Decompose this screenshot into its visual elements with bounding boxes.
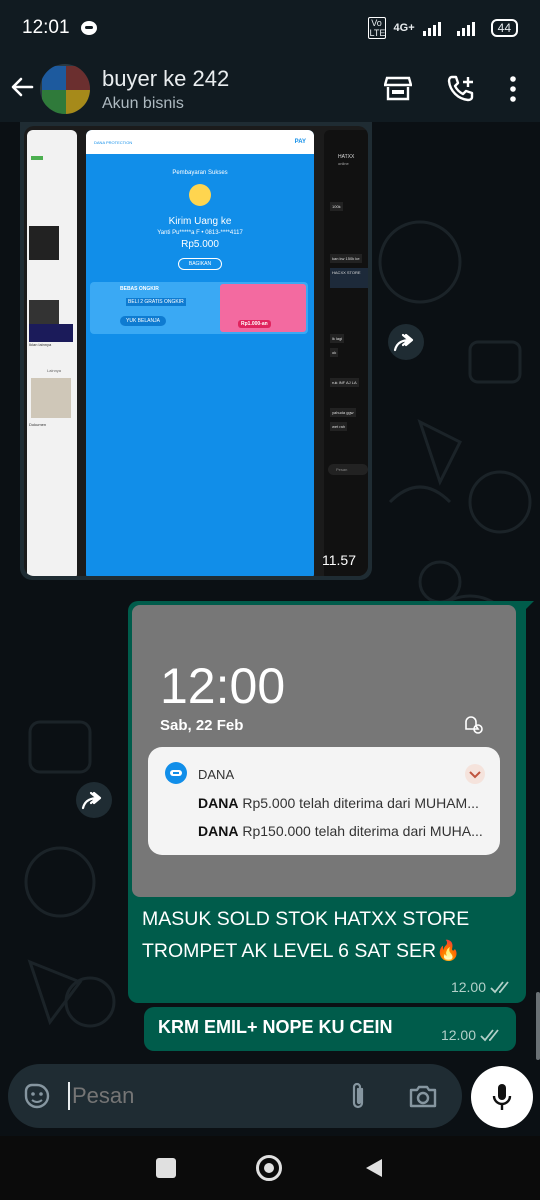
scrollbar[interactable] xyxy=(536,992,540,1060)
promo-mid: BELI 2 GRATIS ONGKIR xyxy=(126,298,186,306)
avatar[interactable] xyxy=(40,64,90,114)
dana-topbar: DANA PROTECTION PAY xyxy=(86,130,314,154)
bell-settings-icon xyxy=(465,716,483,734)
time-text: 12.00 xyxy=(440,1027,476,1043)
notification-card: DANA DANA Rp5.000 telah diterima dari MU… xyxy=(148,747,500,855)
chat-m4: lk lagi xyxy=(330,334,345,343)
screenshot-chat: HATXX online 100k kan kw 150k ke HACXX S… xyxy=(324,130,368,576)
home-button[interactable] xyxy=(256,1155,282,1181)
notification-line-1: DANA Rp5.000 telah diterima dari MUHAM..… xyxy=(198,795,488,811)
notification-message[interactable]: 12:00 Sab, 22 Feb DANA DANA Rp5.000 tela… xyxy=(128,601,534,1003)
time-text: 12.00 xyxy=(450,979,486,995)
contact-subtitle: Akun bisnis xyxy=(102,94,184,112)
voice-message-button[interactable] xyxy=(471,1066,533,1128)
status-bar: 12:01 Vo LTE 4G+ 44 xyxy=(0,0,540,56)
signal-icon-2 xyxy=(456,22,475,36)
text-message-body: KRM EMIL+ NOPE KU CEIN xyxy=(158,1017,393,1037)
chat-m5: ok xyxy=(330,348,339,357)
notification-app-name: DANA xyxy=(198,767,235,782)
status-time: 12:01 xyxy=(22,17,70,38)
message-time: 12.00 xyxy=(451,979,512,995)
signal-icon xyxy=(422,22,441,36)
screenshot-left: Iklan lainnya Dokumen Lainnya xyxy=(27,130,77,576)
recents-button[interactable] xyxy=(156,1158,176,1178)
forward-button[interactable] xyxy=(388,324,424,360)
lock-date: Sab, 22 Feb xyxy=(160,717,244,734)
double-check-icon xyxy=(490,981,509,994)
network-type: 4G+ xyxy=(393,22,415,34)
message-caption: MASUK SOLD STOK HATXX STORE TROMPET AK L… xyxy=(142,908,470,962)
image-message[interactable]: Iklan lainnya Dokumen Lainnya DANA PROTE… xyxy=(20,122,372,580)
payment-heading: Kirim Uang ke xyxy=(168,216,232,227)
promo-top: BEBAS ONGKIR xyxy=(120,286,159,292)
store-icon[interactable] xyxy=(384,76,412,102)
screenshot-dana: DANA PROTECTION PAY Pembayaran Sukses Ki… xyxy=(86,130,314,576)
notification-chat-icon xyxy=(80,21,97,35)
promo-price: Rp1.000-an xyxy=(238,320,271,328)
payment-amount: Rp5.000 xyxy=(181,239,219,250)
add-call-icon[interactable] xyxy=(446,74,476,104)
promo-banner: BEBAS ONGKIR BELI 2 GRATIS ONGKIR YUK BE… xyxy=(90,282,308,334)
left-label-a: Iklan lainnya xyxy=(29,342,52,347)
forward-icon xyxy=(393,333,414,352)
contact-name: buyer ke 242 xyxy=(102,65,230,91)
left-label-c: Lainnya xyxy=(47,368,62,373)
arrow-left-icon xyxy=(11,77,34,96)
left-label-b: Dokumen xyxy=(29,422,47,427)
promo-button: YUK BELANJA xyxy=(120,316,166,326)
chat-online: online xyxy=(338,161,349,166)
chat-m3: HACXX STORE xyxy=(330,268,368,288)
attachment-icon[interactable] xyxy=(348,1081,368,1111)
message-composer xyxy=(8,1064,462,1128)
forward-button-2[interactable] xyxy=(76,782,112,818)
chat-area[interactable]: Iklan lainnya Dokumen Lainnya DANA PROTE… xyxy=(0,122,540,1060)
image-content[interactable]: Iklan lainnya Dokumen Lainnya DANA PROTE… xyxy=(24,126,368,576)
chat-m7: yahuda ggw xyxy=(330,408,356,417)
more-options-icon[interactable] xyxy=(510,76,516,102)
system-navbar xyxy=(0,1136,540,1200)
battery-indicator: 44 xyxy=(490,19,518,37)
back-nav-icon[interactable] xyxy=(362,1157,384,1179)
chat-m6: ruk INF AJ LA xyxy=(330,378,359,387)
text-message[interactable]: KRM EMIL+ NOPE KU CEIN 12.00 xyxy=(144,1007,516,1051)
dana-pay: PAY xyxy=(294,139,306,145)
image-timestamp: 11.57 xyxy=(322,552,356,568)
chat-m8: wet rah xyxy=(330,422,348,431)
text-message-time: 12.00 xyxy=(441,1027,502,1043)
back-button[interactable] xyxy=(0,73,40,106)
chat-m2: kan kw 150k ke xyxy=(330,254,362,263)
chat-input: Pesan xyxy=(328,464,368,475)
forward-icon xyxy=(81,791,102,810)
chat-m1: 100k xyxy=(330,202,343,211)
chat-name: HATXX xyxy=(338,154,355,160)
lockscreen-image[interactable]: 12:00 Sab, 22 Feb DANA DANA Rp5.000 tela… xyxy=(132,605,516,897)
status-indicators: Vo LTE 4G+ 44 xyxy=(367,17,518,39)
double-check-icon xyxy=(480,1029,499,1042)
text-caret xyxy=(68,1082,70,1110)
chat-header: buyer ke 242 Akun bisnis xyxy=(0,56,540,122)
chevron-down-icon xyxy=(465,764,485,784)
line1-text: Rp5.000 telah diterima dari MUHAM... xyxy=(242,795,479,811)
dana-app-icon xyxy=(165,762,187,784)
header-actions xyxy=(384,74,540,104)
lock-time: 12:00 xyxy=(160,658,286,714)
bubble-tail xyxy=(524,601,534,611)
camera-icon[interactable] xyxy=(408,1083,438,1109)
sticker-icon[interactable] xyxy=(22,1081,52,1111)
success-icon xyxy=(189,184,211,206)
line2-bold: DANA xyxy=(198,823,239,839)
payment-recipient: Yanti Pu*****a F • 0813-****4117 xyxy=(157,230,243,236)
payment-status: Pembayaran Sukses xyxy=(172,170,228,176)
message-input[interactable] xyxy=(72,1081,322,1111)
line1-bold: DANA xyxy=(198,795,239,811)
dana-brand: DANA PROTECTION xyxy=(94,139,133,145)
share-button: BAGIKAN xyxy=(178,258,222,270)
volte-badge: Vo LTE xyxy=(367,17,386,39)
microphone-icon xyxy=(492,1084,512,1110)
notification-line-2: DANA Rp150.000 telah diterima dari MUHA.… xyxy=(198,823,488,839)
line2-text: Rp150.000 telah diterima dari MUHA... xyxy=(242,823,483,839)
title-block[interactable]: buyer ke 242 Akun bisnis xyxy=(102,66,229,113)
